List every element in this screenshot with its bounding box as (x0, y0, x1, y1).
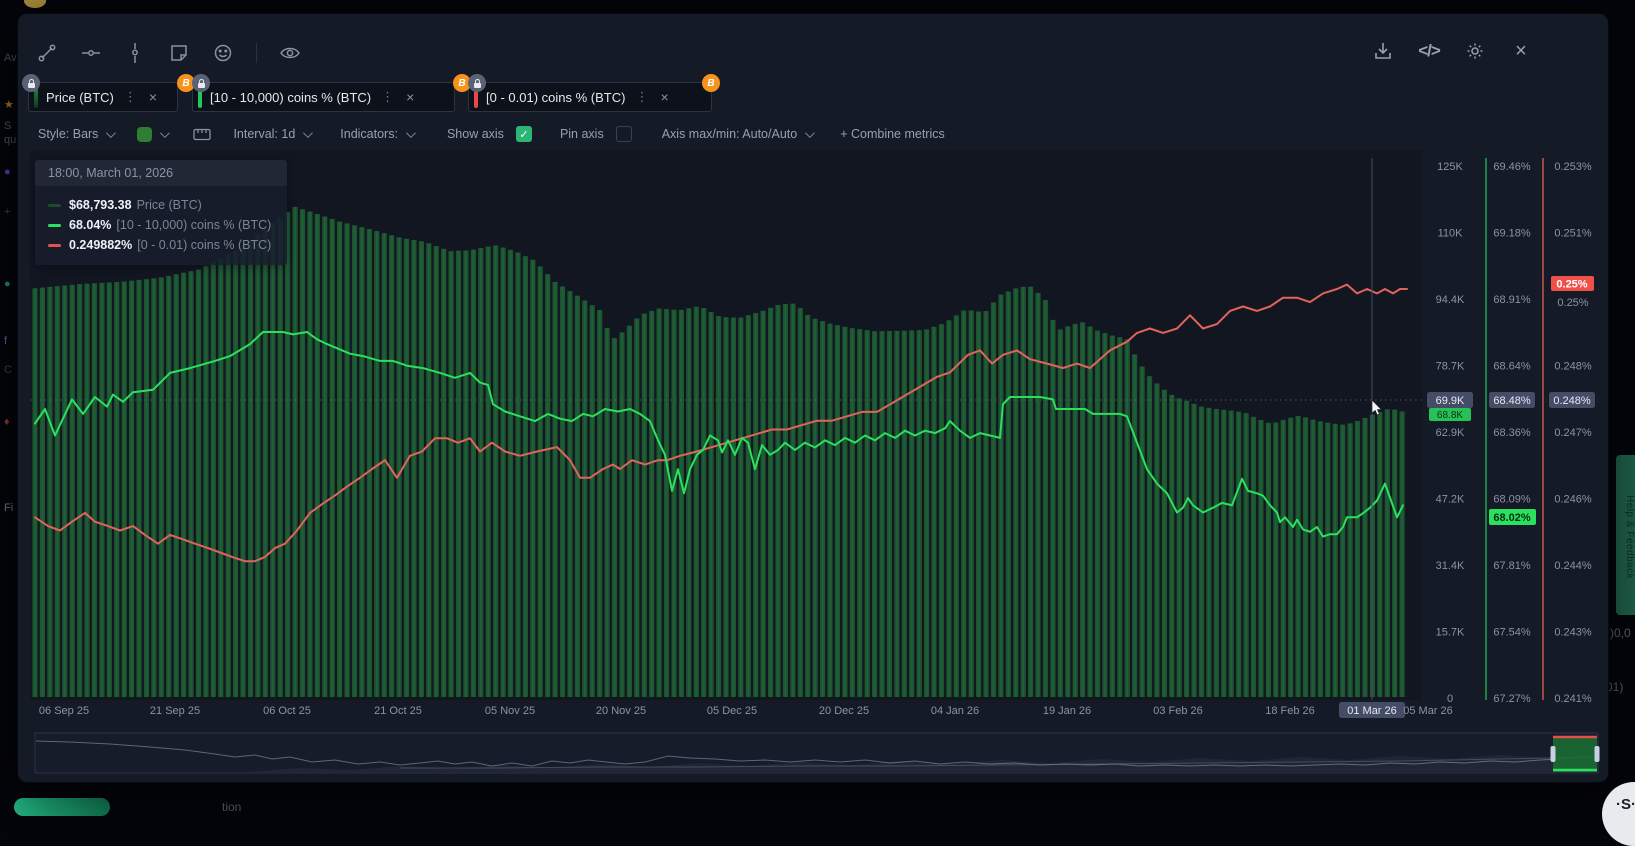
site-logo: ·S· (1602, 782, 1635, 846)
chevron-down-icon (805, 127, 816, 138)
tooltip-value: 68.04% (69, 218, 112, 232)
interval-dropdown[interactable]: Interval: 1d (233, 127, 314, 141)
checkbox-unchecked-icon[interactable] (615, 126, 632, 142)
chevron-down-icon (303, 127, 314, 138)
tooltip-series-name: [10 - 10,000) coins % (BTC) (116, 218, 272, 232)
vertical-line-tool-icon[interactable] (124, 42, 146, 64)
tab-label: Price (BTC) (46, 89, 114, 105)
toolbar-divider (256, 43, 257, 63)
chevron-down-icon (106, 127, 117, 138)
series-dash-icon (48, 223, 61, 227)
bg-rail-item: f (4, 335, 8, 347)
style-label: Style: Bars (38, 127, 99, 141)
bitcoin-icon: B (702, 74, 720, 92)
close-icon[interactable]: × (1510, 40, 1532, 62)
indicators-dropdown[interactable]: Indicators: (340, 127, 416, 141)
series-color-swatch (137, 126, 153, 142)
horizontal-line-tool-icon[interactable] (80, 42, 102, 64)
tab-close-icon[interactable]: × (406, 89, 414, 105)
emoji-tool-icon[interactable] (212, 42, 234, 64)
checkbox-checked-icon[interactable]: ✓ (515, 126, 532, 142)
tab-menu-icon[interactable]: ⋮ (124, 89, 137, 105)
series-dash-icon (48, 203, 61, 207)
bg-text-fragment: 01) (1606, 680, 1624, 694)
bg-rail-item: qu (4, 134, 17, 146)
note-tool-icon[interactable] (168, 42, 190, 64)
color-swatch-dropdown[interactable] (137, 126, 171, 142)
pin-axis-label: Pin axis (559, 127, 604, 141)
lock-icon (22, 74, 40, 92)
tooltip-value: 0.249882% (69, 238, 133, 252)
bg-rail-item: C (4, 364, 12, 376)
style-dropdown[interactable]: Style: Bars (38, 127, 117, 141)
bg-rail-item: ● (4, 278, 11, 290)
download-icon[interactable] (1372, 40, 1394, 62)
show-axis-label: Show axis (446, 127, 504, 141)
combine-metrics-label: + Combine metrics (840, 127, 945, 141)
bg-rail-item: Av (4, 52, 17, 64)
tooltip-series-name: Price (BTC) (136, 198, 202, 212)
chevron-down-icon (405, 127, 416, 138)
axis-maxmin-label: Axis max/min: Auto/Auto (661, 127, 798, 141)
tab-close-icon[interactable]: × (660, 89, 668, 105)
eye-tool-icon[interactable] (279, 42, 301, 64)
tooltip-row-price: $68,793.38 Price (BTC) (48, 195, 277, 215)
trend-line-tool-icon[interactable] (36, 42, 58, 64)
tab-10-10000-coins[interactable]: B [10 - 10,000) coins % (BTC) ⋮ × (177, 74, 455, 112)
tab-label: [10 - 10,000) coins % (BTC) (210, 89, 372, 105)
tooltip-row-red: 0.249882% [0 - 0.01) coins % (BTC) (48, 235, 277, 255)
bg-blob (24, 0, 46, 8)
lock-icon (468, 74, 486, 92)
bg-rail-item: ● (4, 166, 11, 178)
show-axis-toggle[interactable]: Show axis ✓ (447, 126, 532, 142)
bg-rail-item: ♦ (4, 416, 10, 428)
bg-text-fragment: )0,0 (1610, 626, 1631, 640)
chart-tooltip: 18:00, March 01, 2026 $68,793.38 Price (… (35, 160, 287, 265)
axis-maxmin-dropdown[interactable]: Axis max/min: Auto/Auto (661, 127, 816, 141)
tooltip-value: $68,793.38 (69, 198, 132, 212)
bg-rail-item: + (4, 206, 11, 218)
tab-menu-icon[interactable]: ⋮ (381, 89, 394, 105)
series-dash-icon (48, 243, 61, 247)
tooltip-series-name: [0 - 0.01) coins % (BTC) (137, 238, 272, 252)
tab-menu-icon[interactable]: ⋮ (635, 89, 648, 105)
tab-0-001-coins[interactable]: B B [0 - 0.01) coins % (BTC) ⋮ × (453, 74, 720, 112)
embed-code-icon[interactable]: </> (1418, 40, 1441, 62)
interval-label: Interval: 1d (233, 127, 296, 141)
bg-rail-item: ★ (4, 99, 14, 111)
bg-rail-item: Fi (4, 502, 14, 514)
tab-price-btc[interactable]: Price (BTC) ⋮ × (22, 74, 178, 112)
gear-icon[interactable] (1464, 40, 1486, 62)
bg-rail-item: S (4, 120, 12, 132)
tab-close-icon[interactable]: × (149, 89, 157, 105)
scale-ruler-button[interactable] (193, 128, 212, 141)
bg-pill-button (14, 798, 110, 816)
tab-label: [0 - 0.01) coins % (BTC) (486, 89, 626, 105)
tooltip-row-green: 68.04% [10 - 10,000) coins % (BTC) (48, 215, 277, 235)
pin-axis-toggle[interactable]: Pin axis (560, 126, 632, 142)
help-feedback-tab[interactable]: Help & Feedback (1616, 455, 1635, 615)
chevron-down-icon (160, 127, 171, 138)
indicators-label: Indicators: (340, 127, 398, 141)
bg-text-fragment: tion (222, 800, 242, 814)
combine-metrics-button[interactable]: + Combine metrics (840, 127, 945, 141)
tooltip-timestamp: 18:00, March 01, 2026 (35, 160, 287, 186)
lock-icon (192, 74, 210, 92)
